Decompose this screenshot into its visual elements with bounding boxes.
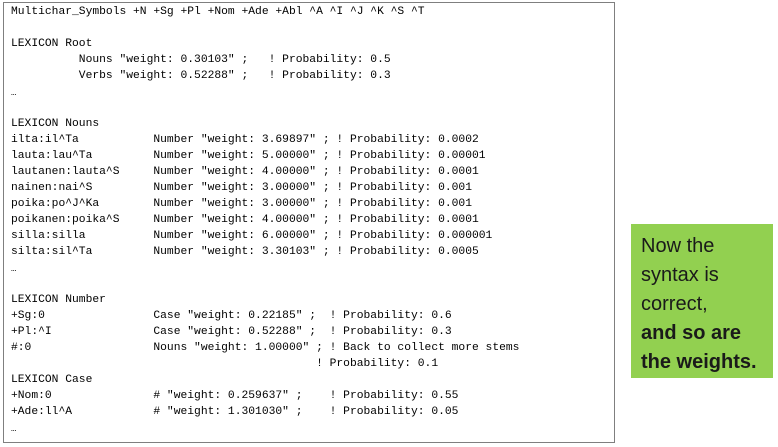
code-line: +Pl:^I Case "weight: 0.52288" ; ! Probab… xyxy=(11,326,452,338)
code-line: LEXICON Root xyxy=(11,38,93,50)
code-line: silta:sil^Ta Number "weight: 3.30103" ; … xyxy=(11,246,479,258)
callout-emphasis: the weights. xyxy=(641,351,757,373)
code-line: LEXICON Case xyxy=(11,374,93,386)
code-line: poikanen:poika^S Number "weight: 4.00000… xyxy=(11,214,479,226)
code-line: LEXICON Number xyxy=(11,294,106,306)
callout-text: Now the xyxy=(641,235,715,257)
code-ellipsis: … xyxy=(11,264,17,274)
code-ellipsis: … xyxy=(11,424,17,434)
code-line: LEXICON Nouns xyxy=(11,118,100,130)
code-line: #:0 Nouns "weight: 1.00000" ; ! Back to … xyxy=(11,342,520,354)
lexicon-code-listing: Multichar_Symbols +N +Sg +Pl +Nom +Ade +… xyxy=(3,2,615,443)
code-line: +Ade:ll^A # "weight: 1.301030" ; ! Proba… xyxy=(11,406,459,418)
code-line: Multichar_Symbols +N +Sg +Pl +Nom +Ade +… xyxy=(11,6,425,18)
code-line: silla:silla Number "weight: 6.00000" ; !… xyxy=(11,230,493,242)
code-line: ilta:il^Ta Number "weight: 3.69897" ; ! … xyxy=(11,134,479,146)
code-line: ! Probability: 0.1 xyxy=(11,358,439,370)
callout-text: correct, xyxy=(641,293,708,315)
code-line: nainen:nai^S Number "weight: 3.00000" ; … xyxy=(11,182,472,194)
code-line: Verbs "weight: 0.52288" ; ! Probability:… xyxy=(11,70,391,82)
code-line: +Nom:0 # "weight: 0.259637" ; ! Probabil… xyxy=(11,390,459,402)
code-line: poika:po^J^Ka Number "weight: 3.00000" ;… xyxy=(11,198,472,210)
callout-box: Now the syntax is correct, and so are th… xyxy=(631,224,773,378)
code-line: lauta:lau^Ta Number "weight: 5.00000" ; … xyxy=(11,150,486,162)
code-line: Nouns "weight: 0.30103" ; ! Probability:… xyxy=(11,54,391,66)
callout-text: syntax is xyxy=(641,264,719,286)
code-line: +Sg:0 Case "weight: 0.22185" ; ! Probabi… xyxy=(11,310,452,322)
code-ellipsis: … xyxy=(11,88,17,98)
code-line: lautanen:lauta^S Number "weight: 4.00000… xyxy=(11,166,479,178)
callout-emphasis: and so are xyxy=(641,322,742,344)
